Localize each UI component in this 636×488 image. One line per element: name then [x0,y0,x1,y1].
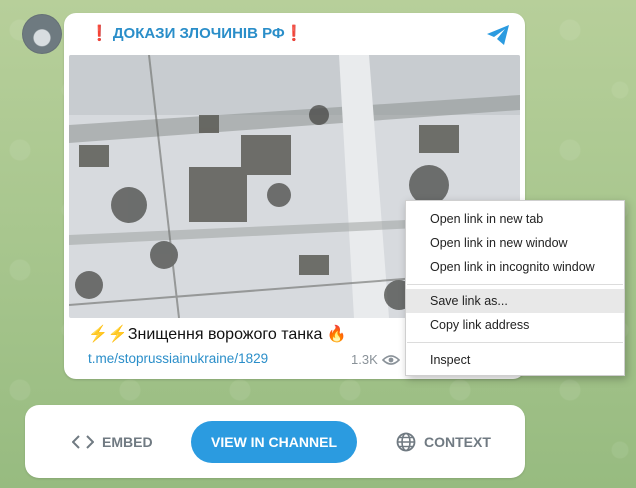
share-icon[interactable] [485,23,511,47]
eye-icon [381,354,400,365]
menu-open-new-tab[interactable]: Open link in new tab [406,207,624,231]
menu-open-new-window[interactable]: Open link in new window [406,231,624,255]
post-title[interactable]: ❗ ДОКАЗИ ЗЛОЧИНІВ РФ❗ [90,24,303,42]
context-button[interactable]: CONTEXT [396,405,491,478]
menu-separator [407,342,623,343]
code-icon [72,434,94,449]
view-count: 1.3K [351,352,400,367]
menu-open-incognito[interactable]: Open link in incognito window [406,255,624,279]
embed-label: EMBED [102,433,153,450]
view-in-channel-button[interactable]: VIEW IN CHANNEL [191,421,357,463]
globe-icon [396,432,416,451]
post-caption: ⚡⚡Знищення ворожого танка 🔥 [88,326,347,343]
channel-avatar[interactable] [22,14,62,54]
menu-copy-link-address[interactable]: Copy link address [406,313,624,337]
view-count-value: 1.3K [351,352,378,367]
post-action-bar: EMBED VIEW IN CHANNEL CONTEXT [25,405,525,478]
post-link[interactable]: t.me/stoprussiainukraine/1829 [88,351,268,366]
menu-inspect[interactable]: Inspect [406,348,624,372]
context-menu: Open link in new tab Open link in new wi… [405,200,625,376]
embed-button[interactable]: EMBED [72,405,153,478]
menu-save-link-as[interactable]: Save link as... [406,289,624,313]
menu-separator [407,284,623,285]
context-label: CONTEXT [424,433,491,450]
